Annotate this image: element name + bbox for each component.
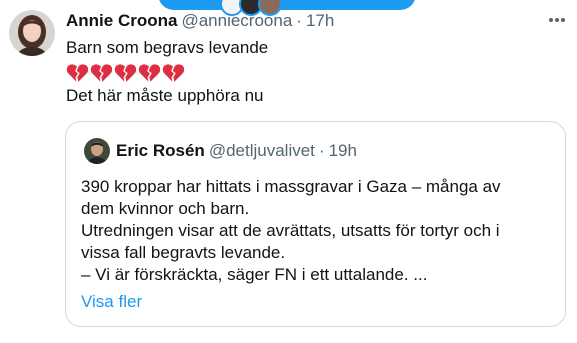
- broken-heart-icon: [162, 62, 185, 84]
- quoted-post-header: Eric Rosén @detljuvalivet · 19h: [116, 140, 357, 162]
- post-timestamp[interactable]: 17h: [306, 11, 334, 30]
- quoted-author-avatar[interactable]: [84, 138, 110, 164]
- quoted-text-line: 390 kroppar har hittats i massgravar i G…: [81, 177, 501, 196]
- quoted-post-card[interactable]: Eric Rosén @detljuvalivet · 19h 390 kroppar…: [65, 121, 566, 327]
- more-options-button[interactable]: [546, 11, 568, 29]
- tweet-view: Annie Croona @anniecroona · 17h Barn som be…: [0, 0, 577, 343]
- quoted-text-line: – Vi är förskräckta, säger FN i ett utta…: [81, 265, 428, 284]
- author-avatar[interactable]: [9, 10, 55, 56]
- broken-heart-icon: [90, 62, 113, 84]
- quoted-author-handle[interactable]: @detljuvalivet: [209, 141, 315, 160]
- quoted-author-name[interactable]: Eric Rosén: [116, 141, 205, 160]
- broken-heart-icon: [66, 62, 89, 84]
- quoted-post-timestamp[interactable]: 19h: [329, 141, 357, 160]
- author-name[interactable]: Annie Croona: [66, 11, 177, 30]
- quoted-text-line: dem kvinnor och barn.: [81, 199, 250, 218]
- broken-heart-icon: [114, 62, 137, 84]
- quoted-text-line: Utredningen visar att de avrättats, utsa…: [81, 221, 500, 240]
- new-posts-pill[interactable]: [158, 0, 416, 16]
- separator-dot: ·: [318, 141, 325, 160]
- more-dots-icon: [549, 18, 565, 22]
- show-more-link[interactable]: Visa fler: [81, 291, 142, 313]
- emoji-row: [66, 62, 185, 84]
- post-header: Annie Croona @anniecroona · 17h: [66, 10, 334, 32]
- separator-dot: ·: [296, 11, 302, 30]
- post-text-line: Barn som begravs levande: [66, 38, 269, 57]
- broken-heart-icon: [138, 62, 161, 84]
- quoted-text-line: vissa fall begravts levande.: [81, 243, 286, 262]
- post-text-line: Det här måste upphöra nu: [66, 86, 264, 105]
- author-handle[interactable]: @anniecroona: [181, 11, 292, 30]
